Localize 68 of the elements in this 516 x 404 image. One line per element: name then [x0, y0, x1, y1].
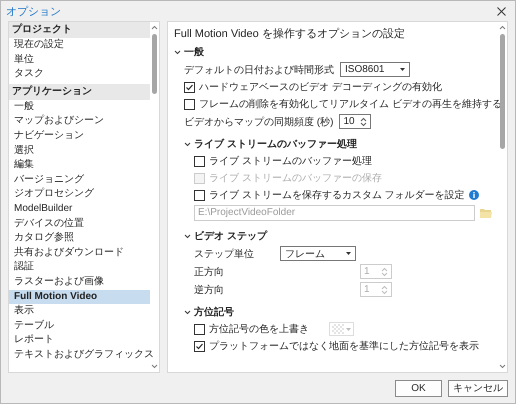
section-heading[interactable]: 方位記号 — [194, 306, 234, 319]
info-icon[interactable] — [468, 190, 479, 200]
category-item[interactable]: マップおよびシーン — [9, 114, 150, 129]
chevron-icon[interactable] — [174, 49, 181, 56]
spin-arrows-icon — [360, 116, 368, 126]
chevron-icon[interactable] — [184, 141, 191, 148]
number-spinner[interactable]: 10 — [339, 114, 372, 129]
category-item[interactable]: ナビゲーション — [9, 128, 150, 144]
field-label: ビデオからマップの同期頻度 (秒) — [184, 116, 334, 128]
spin-arrows-icon — [381, 266, 388, 276]
checkbox[interactable] — [184, 82, 195, 92]
category-item[interactable]: 認証 — [9, 260, 150, 275]
checkbox[interactable] — [194, 324, 205, 334]
caret-icon — [400, 68, 405, 71]
category-item[interactable]: 編集 — [9, 158, 150, 173]
category-item[interactable]: 一般 — [9, 100, 150, 114]
section-heading[interactable]: 一般 — [184, 46, 204, 59]
checkbox[interactable] — [194, 340, 205, 352]
close-icon[interactable] — [497, 6, 506, 16]
category-item[interactable]: テキストおよびグラフィックス — [9, 348, 159, 362]
category-item[interactable]: 単位 — [9, 52, 150, 68]
chevron-icon[interactable] — [184, 233, 191, 240]
category-item[interactable]: 選択 — [9, 144, 150, 158]
panel-heading: Full Motion Video を操作するオプションの設定 — [174, 27, 406, 41]
category-item[interactable]: 共有およびダウンロード — [9, 246, 150, 260]
field-label: ステップ単位 — [194, 248, 255, 260]
section-heading[interactable]: ライブ ストリームのバッファー処理 — [194, 138, 357, 151]
checkbox-label: ライブ ストリームを保存するカスタム フォルダーを設定 — [209, 188, 465, 202]
scroll-up-icon[interactable] — [151, 25, 158, 30]
chevron-icon[interactable] — [184, 309, 191, 316]
cancel-button[interactable]: キャンセル — [448, 380, 508, 396]
category-item[interactable]: ラスターおよび画像 — [9, 274, 150, 290]
checkbox[interactable] — [184, 98, 195, 110]
caret-icon — [346, 252, 351, 255]
checkbox[interactable] — [194, 156, 205, 166]
scroll-down-icon[interactable] — [499, 364, 506, 369]
category-item[interactable]: ModelBuilder — [9, 202, 150, 217]
group-header: アプリケーション — [9, 84, 150, 100]
category-item[interactable]: ジオプロセシング — [9, 187, 150, 202]
spin-arrows-icon — [381, 284, 388, 294]
scroll-up-icon[interactable] — [499, 25, 506, 30]
category-item[interactable]: 現在の設定 — [9, 38, 150, 53]
checkbox-label: ハードウェアベースのビデオ デコーディングの有効化 — [199, 80, 442, 94]
field-label: デフォルトの日付および時間形式 — [184, 64, 334, 76]
checkbox-label: ライブ ストリームのバッファー処理 — [209, 154, 372, 168]
section-heading[interactable]: ビデオ ステップ — [194, 230, 267, 243]
category-item[interactable]: タスク — [9, 67, 150, 82]
category-item[interactable]: 表示 — [9, 304, 150, 319]
color-picker[interactable] — [329, 322, 354, 336]
category-item[interactable]: テーブル — [9, 318, 150, 334]
category-item[interactable]: カタログ参照 — [9, 231, 150, 246]
checkbox[interactable] — [194, 190, 205, 200]
caret-icon — [346, 328, 351, 330]
checkbox-label: ライブ ストリームのバッファーの保存 — [209, 172, 382, 185]
field-label: 正方向 — [194, 266, 225, 278]
window-title: オプション — [6, 4, 61, 18]
category-item[interactable]: デバイスの位置 — [9, 216, 150, 232]
dropdown[interactable]: ISO8601 — [340, 62, 410, 77]
group-header: プロジェクト — [9, 22, 150, 38]
checkbox-label: 方位記号の色を上書き — [209, 322, 309, 336]
scroll-down-icon[interactable] — [151, 364, 158, 369]
category-item[interactable]: レポート — [9, 333, 150, 348]
dropdown[interactable]: フレーム — [280, 246, 356, 261]
field-label: 逆方向 — [194, 284, 225, 296]
category-item[interactable]: バージョニング — [9, 172, 150, 188]
ok-button[interactable]: OK — [395, 380, 442, 396]
category-item[interactable]: Full Motion Video — [9, 290, 150, 304]
checkbox-label: プラットフォームではなく地面を基準にした方位記号を表示 — [209, 340, 479, 353]
